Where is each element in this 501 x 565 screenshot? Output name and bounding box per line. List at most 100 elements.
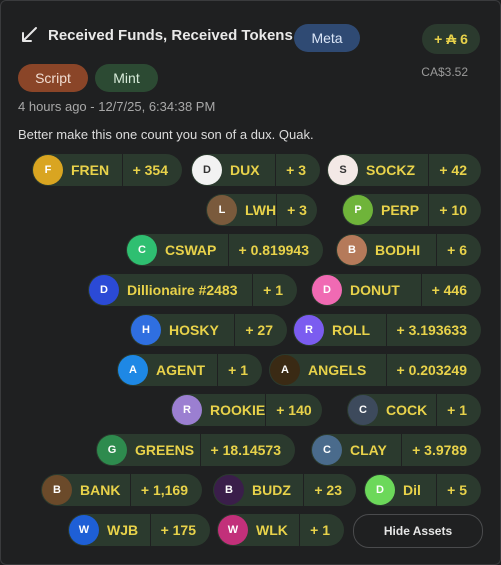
token-amount: + 3.9789 [401,434,467,466]
meta-button[interactable]: Meta [294,24,360,52]
token-name: HOSKY [169,322,219,338]
token-name: ROLL [332,322,371,338]
bodhi-icon: B [337,235,367,265]
token-pill-bank[interactable]: B BANK + 1,169 [41,474,202,506]
token-amount: + 446 [420,274,467,306]
dillionaire-icon: D [89,275,119,305]
token-name: SOCKZ [366,162,415,178]
token-name: ROOKIE [210,402,266,418]
token-amount: + 23 [303,474,342,506]
token-name: Dil [403,482,421,498]
token-amount: + 175 [149,514,196,546]
wjb-icon: W [69,515,99,545]
token-name: BUDZ [252,482,291,498]
transaction-title: Received Funds, Received Tokens [48,26,293,44]
token-amount: + 1 [252,274,283,306]
token-name: AGENT [156,362,205,378]
budz-icon: B [214,475,244,505]
agent-icon: A [118,355,148,385]
rookie-icon: R [172,395,202,425]
token-amount: + 3.193633 [385,314,467,346]
fren-icon: F [33,155,63,185]
token-pill-dux[interactable]: D DUX + 3 [191,154,320,186]
bank-icon: B [42,475,72,505]
perp-icon: P [343,195,373,225]
lwh-icon: L [207,195,237,225]
token-pill-sockz[interactable]: S SOCKZ + 42 [327,154,481,186]
token-name: WJB [107,522,139,538]
token-pill-clay[interactable]: C CLAY + 3.9789 [311,434,481,466]
token-pill-cswap[interactable]: C CSWAP + 0.819943 [126,234,323,266]
token-name: LWH [245,202,277,218]
donut-icon: D [312,275,342,305]
token-name: CSWAP [165,242,217,258]
token-pill-hosky[interactable]: H HOSKY + 27 [130,314,287,346]
ada-amount-badge: + ₳ 6 [422,24,480,54]
token-pill-fren[interactable]: F FREN + 354 [32,154,182,186]
token-name: PERP [381,202,420,218]
token-name: WLK [256,522,288,538]
token-name: DUX [230,162,260,178]
token-pill-budz[interactable]: B BUDZ + 23 [213,474,356,506]
received-arrow-icon [22,27,37,42]
token-pill-donut[interactable]: D DONUT + 446 [311,274,481,306]
angels-icon: A [270,355,300,385]
transaction-header: Received Funds, Received Tokens [19,25,293,45]
token-pill-wlk[interactable]: W WLK + 1 [217,514,344,546]
token-amount: + 1 [299,514,330,546]
token-amount: + 10 [428,194,467,226]
fiat-value: CA$3.52 [421,65,468,79]
token-name: GREENS [135,442,195,458]
mint-tag[interactable]: Mint [95,64,158,92]
cswap-icon: C [127,235,157,265]
token-amount: + 0.203249 [385,354,467,386]
dil-icon: D [365,475,395,505]
token-name: FREN [71,162,110,178]
token-pill-wjb[interactable]: W WJB + 175 [68,514,210,546]
token-pill-dil[interactable]: D Dil + 5 [364,474,481,506]
token-amount: + 1 [436,394,467,426]
token-amount: + 42 [428,154,467,186]
token-amount: + 6 [436,234,467,266]
token-pill-perp[interactable]: P PERP + 10 [342,194,481,226]
token-pill-lwh[interactable]: L LWH + 3 [206,194,317,226]
transaction-message: Better make this one count you son of a … [18,127,314,142]
token-amount: + 27 [234,314,273,346]
script-tag[interactable]: Script [18,64,88,92]
token-amount: + 5 [436,474,467,506]
cock-icon: C [348,395,378,425]
token-pill-agent[interactable]: A AGENT + 1 [117,354,262,386]
token-name: BANK [80,482,121,498]
token-amount: + 354 [121,154,168,186]
token-name: CLAY [350,442,387,458]
token-name: ANGELS [308,362,367,378]
token-amount: + 1,169 [129,474,188,506]
hide-assets-button[interactable]: Hide Assets [353,514,483,548]
token-pill-roll[interactable]: R ROLL + 3.193633 [293,314,481,346]
greens-icon: G [97,435,127,465]
token-name: DONUT [350,282,400,298]
dux-icon: D [192,155,222,185]
token-name: Dillionaire #2483 [127,282,238,298]
token-amount: + 1 [217,354,248,386]
sockz-icon: S [328,155,358,185]
token-pill-greens[interactable]: G GREENS + 18.14573 [96,434,295,466]
token-pill-bodhi[interactable]: B BODHI + 6 [336,234,481,266]
hosky-icon: H [131,315,161,345]
token-name: COCK [386,402,428,418]
token-amount: + 0.819943 [227,234,309,266]
token-amount: + 3 [276,194,307,226]
token-pill-dillionaire-2483[interactable]: D Dillionaire #2483 + 1 [88,274,297,306]
wlk-icon: W [218,515,248,545]
token-name: BODHI [375,242,421,258]
token-pill-rookie[interactable]: R ROOKIE + 140 [171,394,322,426]
token-pill-angels[interactable]: A ANGELS + 0.203249 [269,354,481,386]
clay-icon: C [312,435,342,465]
timestamp: 4 hours ago - 12/7/25, 6:34:38 PM [18,99,216,114]
token-pill-cock[interactable]: C COCK + 1 [347,394,481,426]
token-amount: + 18.14573 [199,434,281,466]
token-amount: + 140 [265,394,312,426]
token-amount: + 3 [275,154,306,186]
transaction-card: Received Funds, Received Tokens Meta + ₳… [0,0,501,565]
roll-icon: R [294,315,324,345]
